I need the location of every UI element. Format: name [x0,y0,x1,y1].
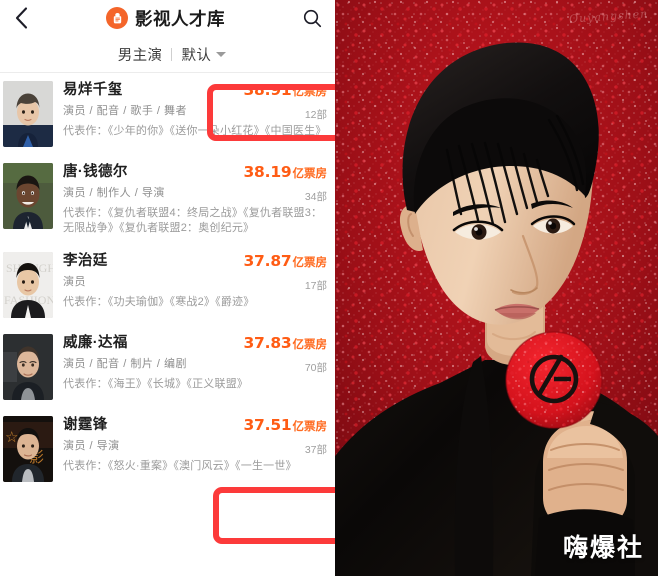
film-count: 17部 [304,280,327,292]
film-count: 37部 [304,444,327,456]
person-works: 代表作：《怒火·重案》《澳门风云》《一生一世》 [63,460,297,472]
boxoffice-value: 38.19 [243,163,292,181]
boxoffice-unit: 亿票房 [292,421,328,433]
talent-list: 易烊千玺 演员 / 配音 / 歌手 / 舞者 代表作：《少年的你》《送你一朵小红… [0,73,335,490]
film-count: 12部 [304,109,327,121]
boxoffice-value: 38.91 [243,81,292,99]
avatar: ☆ 影 [3,416,53,482]
list-item[interactable]: 威廉·达福 演员 / 配音 / 制片 / 编剧 代表作：《海王》《长城》《正义联… [0,326,335,408]
person-works: 代表作：《少年的你》《送你一朵小红花》《中国医生》 [63,125,327,137]
avatar: SHANGHAI FASHION [3,252,53,318]
boxoffice-value: 37.87 [243,252,292,270]
search-icon [303,9,321,27]
boxoffice-block: 38.19亿票房 34部 [207,163,327,204]
annotation-highlight-box-bottom [213,487,335,544]
clapperboard-glyph-icon [113,12,121,23]
boxoffice-value-row: 38.91亿票房 [207,81,327,101]
poster-photo [335,0,658,576]
boxoffice-block: 37.51亿票房 37部 [207,416,327,457]
person-works: 代表作：《功夫瑜伽》《寒战2》《爵迹》 [63,296,255,308]
list-item-body: 易烊千玺 演员 / 配音 / 歌手 / 舞者 代表作：《少年的你》《送你一朵小红… [53,81,327,147]
boxoffice-value-row: 37.83亿票房 [207,334,327,354]
list-item-body: 唐·钱德尔 演员 / 制作人 / 导演 代表作：《复仇者联盟4：终局之战》《复仇… [53,163,327,236]
poster-illustration [335,0,658,576]
list-item-body: 谢霆锋 演员 / 导演 代表作：《怒火·重案》《澳门风云》《一生一世》 37.5… [53,416,327,482]
film-count: 70部 [304,362,327,374]
list-item-body: 威廉·达福 演员 / 配音 / 制片 / 编剧 代表作：《海王》《长城》《正义联… [53,334,327,400]
list-item[interactable]: SHANGHAI FASHION 李治廷 演员 代表作：《功夫瑜伽》《寒战2 [0,244,335,326]
page-title: 影视人才库 [135,8,225,29]
avatar-photo-3: SHANGHAI FASHION [3,252,53,318]
filter-sort-tab[interactable]: 默认 [172,44,215,65]
person-works: 代表作：《海王》《长城》《正义联盟》 [63,378,249,390]
filter-category-tab[interactable]: 男主演 [109,44,172,65]
svg-text:☆: ☆ [5,430,18,446]
avatar-photo-1 [3,81,53,147]
list-item-body: 李治廷 演员 代表作：《功夫瑜伽》《寒战2》《爵迹》 37.87亿票房 17部 [53,252,327,318]
screenshot-root: 影视人才库 男主演 默认 易烊千玺 演员 / 配音 / 歌手 / 舞者 代表作：… [0,0,658,576]
app-navbar: 影视人才库 [0,0,335,36]
chevron-down-icon[interactable] [216,51,227,57]
app-panel: 影视人才库 男主演 默认 易烊千玺 演员 / 配音 / 歌手 / 舞者 代表作：… [0,0,335,576]
poster-panel: Ouyangshen 嗨爆社 [335,0,658,576]
avatar [3,81,53,147]
avatar-photo-4 [3,334,53,400]
boxoffice-value-row: 38.19亿票房 [207,163,327,183]
back-button[interactable] [0,0,42,36]
boxoffice-value-row: 37.51亿票房 [207,416,327,436]
avatar-photo-5: ☆ 影 [3,416,53,482]
boxoffice-unit: 亿票房 [292,257,328,269]
filter-bar: 男主演 默认 [0,36,335,72]
avatar [3,334,53,400]
list-item[interactable]: 易烊千玺 演员 / 配音 / 歌手 / 舞者 代表作：《少年的你》《送你一朵小红… [0,73,335,155]
boxoffice-value: 37.51 [243,416,292,434]
app-logo-icon [106,7,128,29]
avatar-photo-2 [3,163,53,229]
search-button[interactable] [289,0,335,36]
list-item[interactable]: ☆ 影 谢霆锋 演员 / 导演 代表作：《怒火·重案》《澳门风云》《一生一世》 … [0,408,335,490]
boxoffice-unit: 亿票房 [292,339,328,351]
boxoffice-value-row: 37.87亿票房 [207,252,327,272]
boxoffice-unit: 亿票房 [292,168,328,180]
boxoffice-block: 37.83亿票房 70部 [207,334,327,375]
app-title-group: 影视人才库 [42,6,289,31]
chevron-left-icon [15,7,27,29]
person-works: 代表作：《复仇者联盟4：终局之战》《复仇者联盟3：无限战争》《复仇者联盟2：奥创… [63,207,323,234]
boxoffice-value: 37.83 [243,334,292,352]
boxoffice-block: 38.91亿票房 12部 [207,81,327,122]
boxoffice-unit: 亿票房 [292,86,328,98]
boxoffice-block: 37.87亿票房 17部 [207,252,327,293]
film-count: 34部 [304,191,327,203]
list-item[interactable]: 唐·钱德尔 演员 / 制作人 / 导演 代表作：《复仇者联盟4：终局之战》《复仇… [0,155,335,244]
avatar [3,163,53,229]
